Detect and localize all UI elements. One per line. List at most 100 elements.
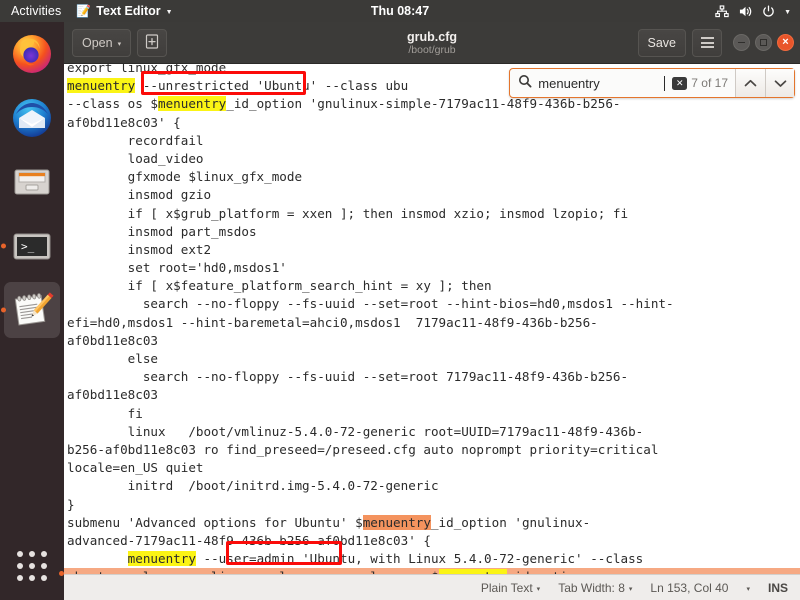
code-line[interactable]: insmod ext2 xyxy=(64,241,800,259)
code-line[interactable]: if [ x$grub_platform = xxen ]; then insm… xyxy=(64,205,800,223)
code-line[interactable]: ubuntu --class gnu-linux --class gnu --c… xyxy=(64,568,800,574)
code-text: search --no-floppy --fs-uuid --set=root … xyxy=(67,296,674,312)
clear-search-button[interactable]: ✕ xyxy=(672,76,688,90)
code-text: advanced-7179ac11-48f9-436b-b256-af0bd11… xyxy=(67,532,431,548)
new-document-button[interactable] xyxy=(137,28,168,57)
code-line[interactable]: insmod gzio xyxy=(64,186,800,204)
code-line[interactable]: search --no-floppy --fs-uuid --set=root … xyxy=(64,368,800,386)
search-previous-button[interactable] xyxy=(736,69,765,97)
search-match-count: 7 of 17 xyxy=(691,76,728,90)
chevron-down-icon[interactable]: ▼ xyxy=(784,9,791,16)
code-line[interactable]: else xyxy=(64,350,800,368)
code-line[interactable]: --class os $menuentry_id_option 'gnulinu… xyxy=(64,95,800,113)
code-line[interactable]: af0bd11e8c03 xyxy=(64,332,800,350)
volume-icon[interactable] xyxy=(738,5,753,18)
code-text: af0bd11e8c03' { xyxy=(67,114,181,130)
cursor-position-selector[interactable]: Ln 153, Col 40 ▾ xyxy=(650,581,750,595)
maximize-button[interactable] xyxy=(755,34,772,51)
running-indicator xyxy=(1,243,6,249)
code-line[interactable]: af0bd11e8c03 xyxy=(64,386,800,404)
text-editor-window: Open ▾ grub.cfg /boot/grub Save × export… xyxy=(64,22,800,600)
firefox-icon xyxy=(10,32,54,76)
code-line[interactable]: set root='hd0,msdos1' xyxy=(64,259,800,277)
code-line[interactable]: af0bd11e8c03' { xyxy=(64,114,800,132)
code-text: load_video xyxy=(67,150,204,166)
show-applications-button[interactable] xyxy=(0,538,64,594)
code-line[interactable]: menuentry --user=admin 'Ubuntu, with Lin… xyxy=(64,550,800,568)
code-text: efi=hd0,msdos1 --hint-baremetal=ahci0,ms… xyxy=(67,314,598,330)
editor-area[interactable]: export linux_gfx_mode menuentry --unrestr… xyxy=(64,64,800,574)
chevron-down-icon: ▾ xyxy=(628,585,633,593)
code-line[interactable]: locale=en_US quiet xyxy=(64,459,800,477)
power-icon[interactable] xyxy=(762,4,775,18)
code-line[interactable]: submenu 'Advanced options for Ubuntu' $m… xyxy=(64,514,800,532)
search-match-highlight: menuentry xyxy=(67,78,136,94)
code-line[interactable]: recordfail xyxy=(64,132,800,150)
search-input[interactable] xyxy=(538,75,667,91)
main-menu-button[interactable] xyxy=(692,28,722,57)
window-subtitle-path: /boot/grub xyxy=(408,44,456,56)
code-text: ubuntu --class gnu-linux --class gnu --c… xyxy=(67,569,439,574)
dock-item-firefox[interactable] xyxy=(0,22,64,86)
header-right-controls: Save × xyxy=(637,28,794,57)
close-icon: × xyxy=(782,36,789,48)
code-line[interactable]: load_video xyxy=(64,150,800,168)
thunderbird-icon xyxy=(10,96,54,140)
close-button[interactable]: × xyxy=(777,34,794,51)
dock-item-thunderbird[interactable] xyxy=(0,86,64,150)
workspace-indicator-dot xyxy=(59,571,64,576)
code-line[interactable]: efi=hd0,msdos1 --hint-baremetal=ahci0,ms… xyxy=(64,314,800,332)
code-text: gfxmode $linux_gfx_mode xyxy=(67,169,303,185)
code-line[interactable]: insmod part_msdos xyxy=(64,223,800,241)
tab-width-selector[interactable]: Tab Width: 8 ▾ xyxy=(558,581,632,595)
clock-label[interactable]: Thu 08:47 xyxy=(371,4,429,18)
code-text: _id_option 'gnulinux- xyxy=(430,514,591,530)
code-text: b256-af0bd11e8c03 ro find_preseed=/prese… xyxy=(67,441,659,457)
code-line[interactable]: linux /boot/vmlinuz-5.4.0-72-generic roo… xyxy=(64,423,800,441)
code-text: af0bd11e8c03 xyxy=(67,387,158,403)
language-label: Plain Text xyxy=(480,580,533,595)
cursor-position-label: Ln 153, Col 40 xyxy=(650,580,729,595)
code-line[interactable]: } xyxy=(64,496,800,514)
dock-item-files[interactable] xyxy=(0,150,64,214)
save-button[interactable]: Save xyxy=(637,28,686,57)
code-text: search --no-floppy --fs-uuid --set=root … xyxy=(67,369,629,385)
search-match-highlight: menuentry xyxy=(158,96,227,112)
code-line[interactable]: fi xyxy=(64,405,800,423)
code-line[interactable]: advanced-7179ac11-48f9-436b-b256-af0bd11… xyxy=(64,532,800,550)
code-line[interactable]: search --no-floppy --fs-uuid --set=root … xyxy=(64,295,800,313)
gnome-top-bar: Activities 📝 Text Editor ▼ Thu 08:47 ▼ xyxy=(0,0,800,22)
language-selector[interactable]: Plain Text ▾ xyxy=(481,581,540,595)
search-bar[interactable]: ✕ 7 of 17 xyxy=(509,68,795,98)
code-text: locale=en_US quiet xyxy=(67,460,204,476)
dock-item-terminal[interactable]: >_ xyxy=(0,214,64,278)
code-text: --class os $ xyxy=(67,96,158,112)
app-grid-icon xyxy=(17,551,47,581)
code-line[interactable]: b256-af0bd11e8c03 ro find_preseed=/prese… xyxy=(64,441,800,459)
code-text: linux /boot/vmlinuz-5.4.0-72-generic roo… xyxy=(67,423,644,439)
code-text: recordfail xyxy=(67,132,204,148)
dock: >_ xyxy=(0,22,64,600)
app-menu-button[interactable]: 📝 Text Editor ▼ xyxy=(70,4,178,18)
chevron-down-icon: ▾ xyxy=(746,585,750,593)
activities-button[interactable]: Activities xyxy=(0,4,70,18)
app-menu-label: Text Editor xyxy=(96,4,161,18)
code-text: insmod ext2 xyxy=(67,241,212,257)
current-search-match: menuentry xyxy=(362,514,431,530)
terminal-icon: >_ xyxy=(10,224,54,268)
open-button[interactable]: Open ▾ xyxy=(72,28,132,57)
code-line[interactable]: initrd /boot/initrd.img-5.4.0-72-generic xyxy=(64,477,800,495)
save-label: Save xyxy=(647,35,677,50)
search-field-group[interactable] xyxy=(510,69,672,97)
code-content[interactable]: export linux_gfx_mode menuentry --unrestr… xyxy=(64,64,800,574)
files-icon xyxy=(10,160,54,204)
chevron-down-icon: ▾ xyxy=(117,40,122,48)
minimize-button[interactable] xyxy=(733,34,750,51)
code-text: export linux_gfx_mode xyxy=(67,64,227,75)
dock-item-text-editor[interactable] xyxy=(0,278,64,342)
network-icon[interactable] xyxy=(715,4,729,18)
code-line[interactable]: if [ x$feature_platform_search_hint = xy… xyxy=(64,277,800,295)
code-line[interactable]: gfxmode $linux_gfx_mode xyxy=(64,168,800,186)
system-tray[interactable]: ▼ xyxy=(715,4,800,18)
search-next-button[interactable] xyxy=(765,69,794,97)
